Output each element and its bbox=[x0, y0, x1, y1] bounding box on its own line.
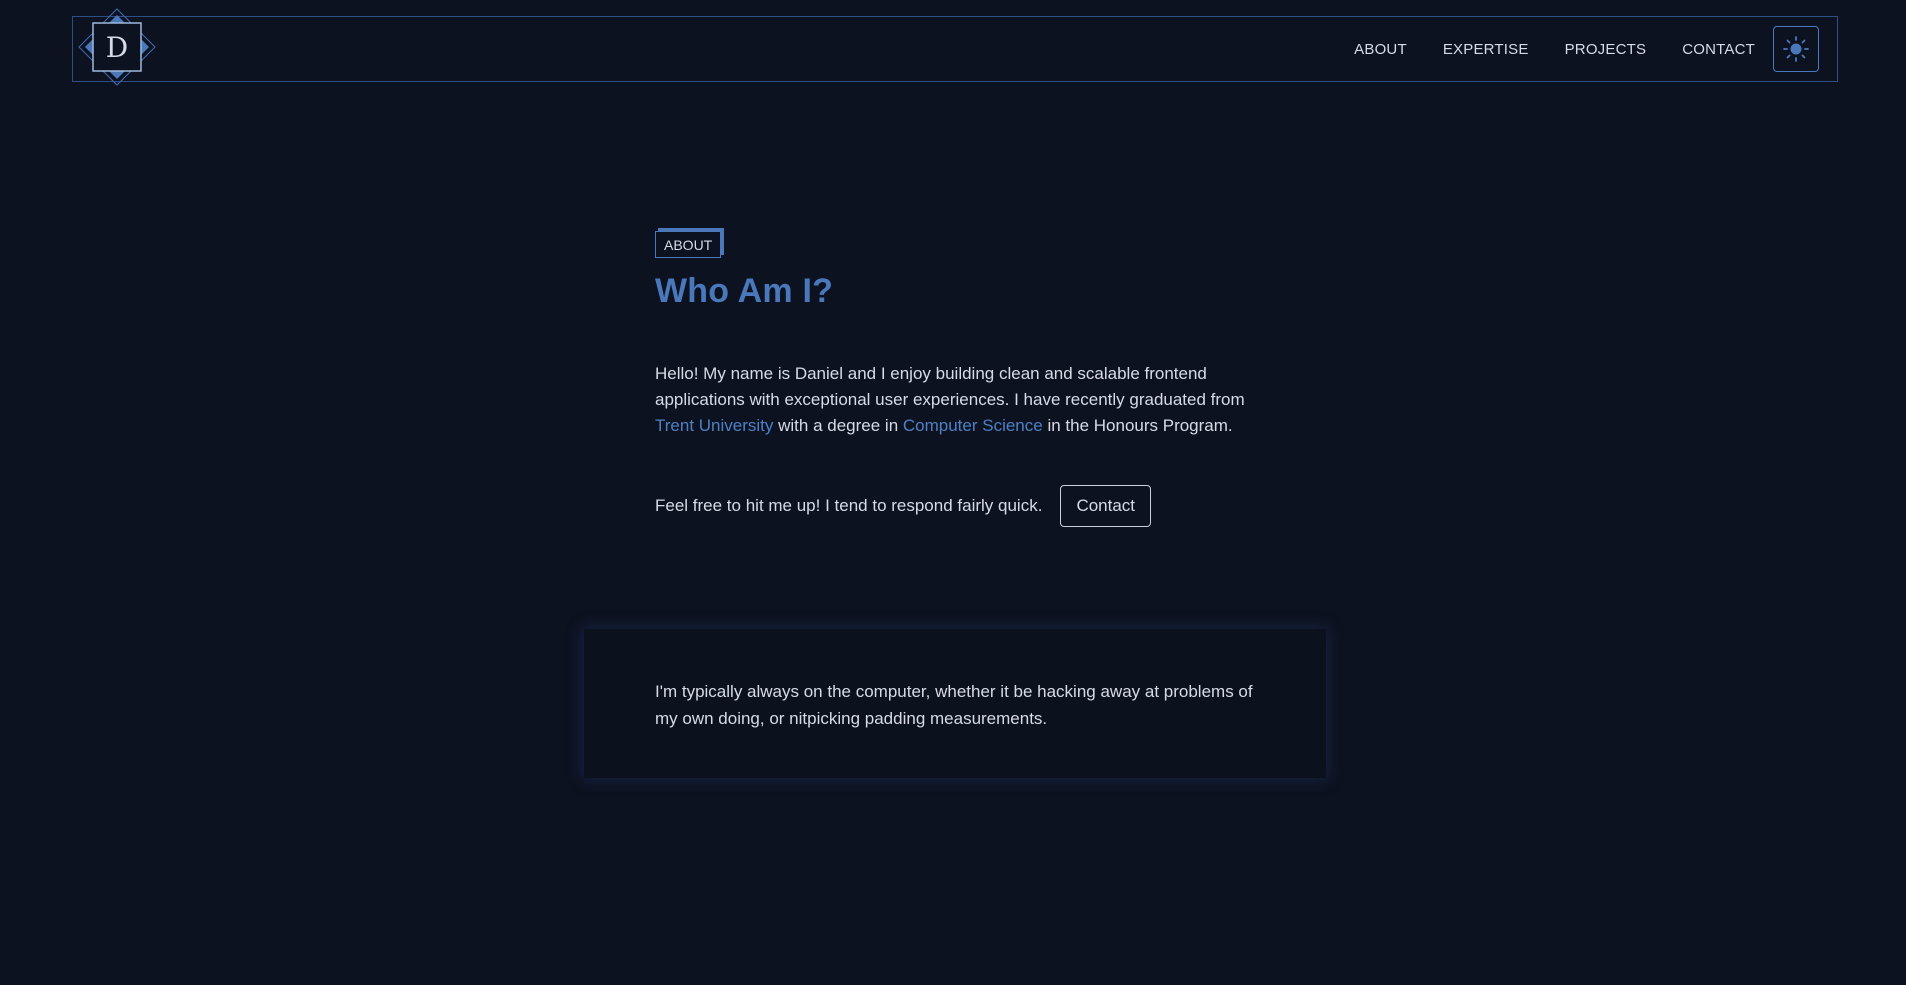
logo[interactable]: D bbox=[77, 7, 157, 87]
trent-university-link[interactable]: Trent University bbox=[655, 416, 773, 435]
intro-text-3: in the Honours Program. bbox=[1042, 416, 1233, 435]
card-text: I'm typically always on the computer, wh… bbox=[655, 682, 1253, 728]
about-section: ABOUT Who Am I? Hello! My name is Daniel… bbox=[655, 231, 1295, 527]
main-nav: ABOUT EXPERTISE PROJECTS CONTACT bbox=[1318, 17, 1755, 81]
nav-link-expertise[interactable]: EXPERTISE bbox=[1443, 41, 1529, 58]
cta-text: Feel free to hit me up! I tend to respon… bbox=[655, 496, 1043, 515]
section-title: Who Am I? bbox=[655, 272, 834, 310]
intro-text-2: with a degree in bbox=[773, 416, 903, 435]
nav-link-about[interactable]: ABOUT bbox=[1354, 41, 1407, 58]
nav-link-projects[interactable]: PROJECTS bbox=[1565, 41, 1647, 58]
contact-button[interactable]: Contact bbox=[1060, 485, 1152, 527]
intro-text-1: Hello! My name is Daniel and I enjoy bui… bbox=[655, 364, 1245, 409]
sun-icon bbox=[1783, 36, 1809, 62]
logo-letter: D bbox=[105, 30, 129, 64]
computer-science-link[interactable]: Computer Science bbox=[903, 416, 1043, 435]
theme-toggle-button[interactable] bbox=[1773, 26, 1819, 72]
cta-row: Feel free to hit me up! I tend to respon… bbox=[655, 485, 1295, 527]
section-tag: ABOUT bbox=[655, 231, 722, 258]
info-card: I'm typically always on the computer, wh… bbox=[584, 629, 1326, 778]
site-header: D ABOUT EXPERTISE PROJECTS CONTACT bbox=[72, 8, 1838, 86]
nav-link-contact[interactable]: CONTACT bbox=[1682, 41, 1755, 58]
intro-paragraph: Hello! My name is Daniel and I enjoy bui… bbox=[655, 361, 1255, 439]
